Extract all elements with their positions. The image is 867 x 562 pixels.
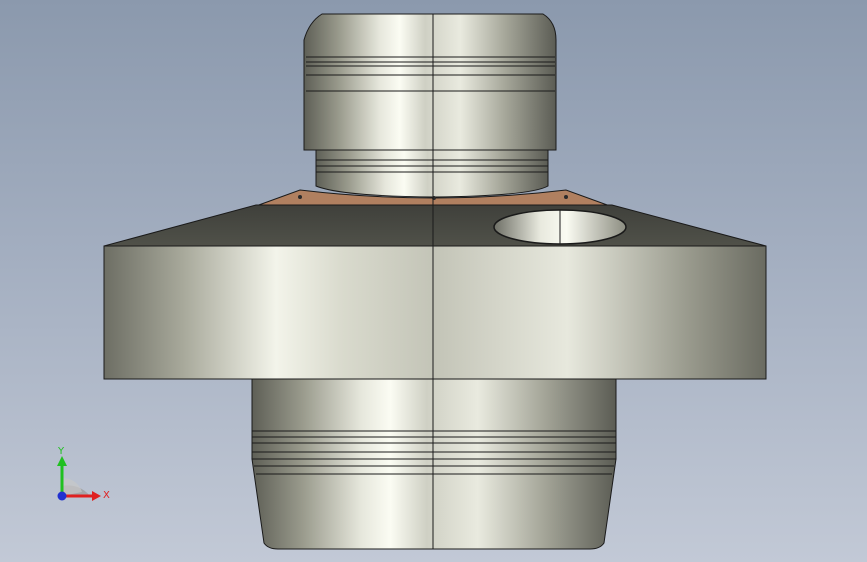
triad-x-label: X <box>103 490 110 501</box>
flange-body <box>103 245 767 380</box>
coordinate-triad: Y X <box>57 446 110 501</box>
upper-neck <box>303 13 557 198</box>
flange-chamfer <box>103 204 767 247</box>
lower-body <box>251 378 617 550</box>
model-view[interactable]: Y X <box>0 0 867 562</box>
cad-graphics-viewport[interactable]: Y X <box>0 0 867 562</box>
triad-y-label: Y <box>57 446 65 457</box>
